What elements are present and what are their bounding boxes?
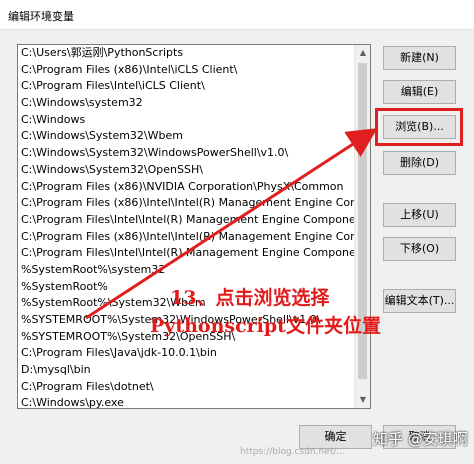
annotation-line-2: Pythonscript文件夹位置 — [150, 315, 381, 337]
watermark-text: 知乎 @安琪啊 — [373, 430, 468, 448]
annotation-text: 13、点击浏览选择 Pythonscript文件夹位置 — [150, 284, 430, 340]
annotation-arrow — [85, 128, 378, 320]
watermark-url: https://blog.csdn.net/... — [240, 447, 345, 457]
annotation-line-1: 13、点击浏览选择 — [170, 287, 330, 309]
